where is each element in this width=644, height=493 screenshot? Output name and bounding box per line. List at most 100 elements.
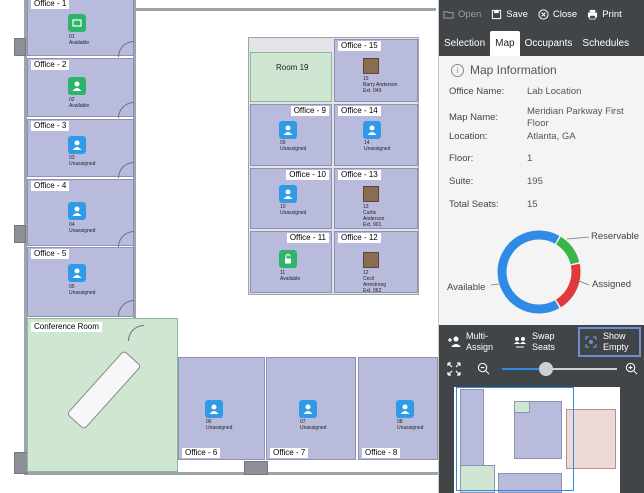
seat-status: Unassigned <box>280 146 307 152</box>
tab-occupants[interactable]: Occupants <box>520 31 578 56</box>
conference-table <box>66 350 142 430</box>
donut-segment-assigned[interactable] <box>555 263 581 308</box>
pillar <box>14 38 26 56</box>
seat-status: Unassigned <box>364 146 391 152</box>
info-value: Lab Location <box>527 86 582 97</box>
zoom-controls <box>439 357 644 381</box>
floor-plan-app: Office - 1 01 Available Office - 2 02 Av… <box>0 0 644 493</box>
occupant-photo[interactable] <box>363 186 379 202</box>
seat-icon[interactable] <box>68 202 86 220</box>
office-label: Office - 15 <box>338 41 381 51</box>
office-label: Office - 9 <box>290 106 329 116</box>
office-label: Office - 12 <box>338 233 381 243</box>
zoom-slider-thumb[interactable] <box>538 362 553 376</box>
office-label: Office - 10 <box>286 170 329 180</box>
office-3[interactable]: Office - 3 03 Unassigned <box>27 119 134 178</box>
office-8[interactable]: Office - 8 08 Unassigned <box>358 357 438 460</box>
leader-available <box>490 283 500 286</box>
occupant-name: Curtis Anderson <box>363 210 385 222</box>
occupant-ext: Ext. 049 <box>363 88 382 94</box>
conference-room[interactable]: Conference Room <box>27 318 178 472</box>
office-15[interactable]: Office - 15 15 Barry Anderson Ext. 049 <box>334 39 418 102</box>
office-11[interactable]: Office - 11 11 Available <box>250 231 332 293</box>
save-button[interactable]: Save <box>491 9 528 20</box>
info-key: Location: <box>449 131 488 142</box>
floor-plan-canvas[interactable]: Office - 1 01 Available Office - 2 02 Av… <box>0 0 438 493</box>
donut-label-reservable: Reservable <box>591 231 640 242</box>
close-label: Close <box>552 9 578 20</box>
open-button[interactable]: Open <box>443 9 481 20</box>
room-19-label: Room 19 <box>276 63 309 72</box>
multi-assign-label: Multi- Assign <box>466 331 494 352</box>
office-13[interactable]: Office - 13 13 Curtis Anderson Ext. 901 <box>334 168 418 229</box>
office-2[interactable]: Office - 2 02 Available <box>27 58 134 118</box>
office-label: Office - 2 <box>31 60 70 70</box>
office-1[interactable]: Office - 1 01 Available <box>27 0 134 57</box>
fit-to-screen-icon[interactable] <box>447 362 461 376</box>
tab-selection[interactable]: Selection <box>439 31 490 56</box>
seat-status: Unassigned <box>397 425 424 431</box>
leader-assigned <box>578 280 590 286</box>
seat-icon[interactable] <box>279 121 297 139</box>
office-label: Office - 14 <box>338 106 381 116</box>
swap-seats-icon <box>514 337 526 348</box>
minimap-canvas[interactable] <box>454 387 620 493</box>
seat-icon[interactable] <box>205 400 223 418</box>
seat-icon[interactable] <box>68 77 86 95</box>
seat-icon[interactable] <box>363 121 381 139</box>
donut-segment-available[interactable] <box>497 230 560 314</box>
info-value: Atlanta, GA <box>527 131 576 142</box>
save-label: Save <box>506 9 528 20</box>
tab-map[interactable]: Map <box>490 31 520 56</box>
office-5[interactable]: Office - 5 05 Unassigned <box>27 247 134 317</box>
office-12[interactable]: Office - 12 12 Cecil Armstrong Ext. 962 <box>334 231 418 294</box>
map-info-title: Map Information <box>470 63 557 77</box>
seat-icon[interactable] <box>68 14 86 32</box>
office-label: Office - 5 <box>31 249 70 259</box>
minimap-viewport[interactable] <box>456 387 574 491</box>
info-value: 15 <box>527 199 538 210</box>
multi-assign-icon <box>448 336 461 347</box>
office-6[interactable]: Office - 6 06 Unassigned <box>178 357 265 460</box>
print-button[interactable]: Print <box>587 9 622 20</box>
door <box>118 300 134 316</box>
donut-segment-reservable[interactable] <box>555 236 580 265</box>
room-19[interactable]: Room 19 <box>250 52 332 102</box>
close-button[interactable]: Close <box>538 9 577 20</box>
seat-status: Unassigned <box>300 425 327 431</box>
map-info-header: i Map Information <box>451 63 635 77</box>
show-empty-button[interactable]: Show Empty <box>578 327 641 357</box>
info-value: 195 <box>527 176 543 187</box>
seat-icon[interactable] <box>68 136 86 154</box>
office-label: Office - 1 <box>31 0 70 9</box>
info-key: Total Seats: <box>449 199 499 210</box>
office-7[interactable]: Office - 7 07 Unassigned <box>266 357 356 460</box>
seat-status: Available <box>69 103 90 109</box>
seat-icon[interactable] <box>68 264 86 282</box>
swap-seats-button[interactable]: Swap Seats <box>513 331 555 353</box>
occupant-ext: Ext. 901 <box>363 222 382 228</box>
office-10[interactable]: Office - 10 10 Unassigned <box>250 168 332 229</box>
print-label: Print <box>602 9 622 20</box>
office-label: Office - 8 <box>362 448 401 458</box>
seat-icon[interactable] <box>396 400 414 418</box>
occupant-photo[interactable] <box>363 252 379 268</box>
seat-status: Unassigned <box>69 228 96 234</box>
info-icon: i <box>451 63 464 77</box>
occupant-photo[interactable] <box>363 58 379 74</box>
seat-icon[interactable] <box>299 400 317 418</box>
tab-schedules[interactable]: Schedules <box>577 31 634 56</box>
pillar <box>14 452 28 474</box>
office-label: Office - 3 <box>31 121 70 131</box>
seat-icon[interactable] <box>279 185 297 203</box>
info-value: 1 <box>527 153 533 164</box>
zoom-in-icon[interactable] <box>625 362 638 375</box>
office-4[interactable]: Office - 4 04 Unassigned <box>27 179 134 247</box>
minimap[interactable] <box>439 381 644 493</box>
multi-assign-button[interactable]: Multi- Assign <box>447 331 493 353</box>
office-9[interactable]: Office - 9 09 Unassigned <box>250 104 332 166</box>
zoom-out-icon[interactable] <box>477 362 490 375</box>
seat-icon[interactable] <box>279 250 297 268</box>
occupant-ext: Ext. 962 <box>363 288 382 294</box>
office-14[interactable]: Office - 14 14 Unassigned <box>334 104 418 166</box>
